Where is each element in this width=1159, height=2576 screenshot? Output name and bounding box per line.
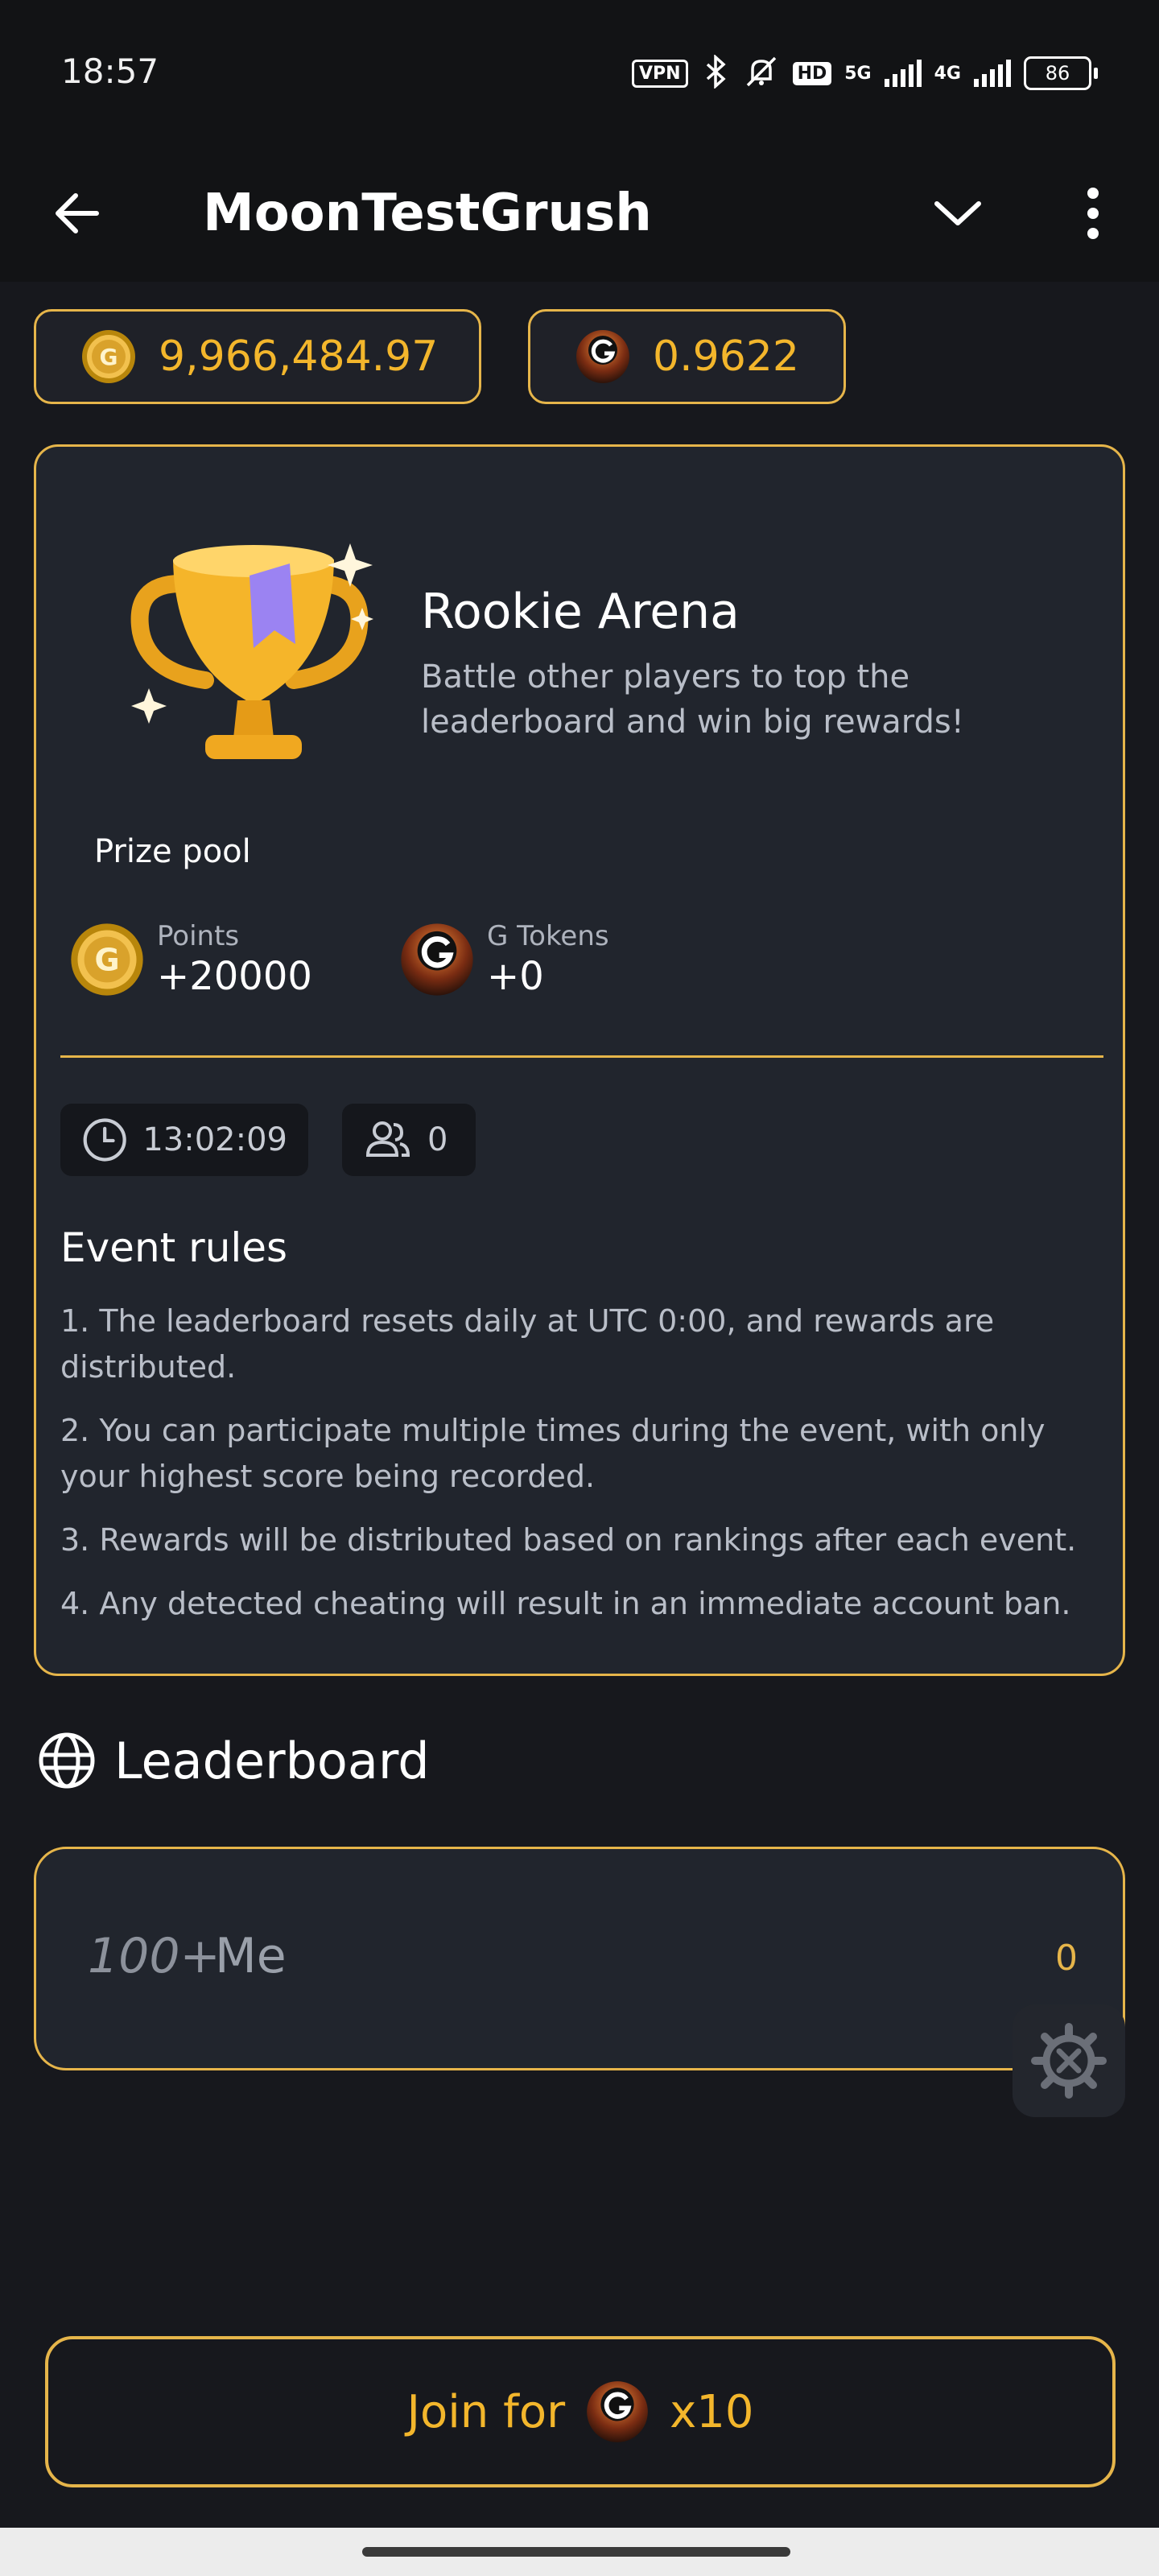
vpn-badge: VPN <box>632 59 688 88</box>
prize-points: G Points +20000 <box>70 920 312 999</box>
network-5g-label: 5G <box>844 63 872 84</box>
settings-button[interactable] <box>1013 2004 1125 2117</box>
g-token-icon <box>576 330 629 383</box>
prize-points-label: Points <box>157 920 240 952</box>
chevron-down-icon <box>934 201 981 225</box>
clock-icon <box>83 1118 126 1162</box>
page-title: MoonTestGrush <box>203 184 652 243</box>
rule-item: 2. You can participate multiple times du… <box>60 1413 1046 1494</box>
my-rank-card[interactable]: 100+ Me 0 <box>34 1847 1125 2070</box>
gold-coin-icon: G <box>71 923 143 996</box>
rule-item: 1. The leaderboard resets daily at UTC 0… <box>60 1303 995 1385</box>
points-balance-value: 9,966,484.97 <box>159 332 439 381</box>
signal-icon <box>974 60 1011 87</box>
participants-count: 0 <box>427 1121 448 1158</box>
users-icon <box>365 1121 410 1157</box>
status-bar: 18:57 VPN HD 5G 4G 86 <box>0 0 1159 145</box>
arena-card: Rookie Arena Battle other players to top… <box>34 444 1125 1676</box>
my-name: Me <box>215 1928 287 1984</box>
leaderboard-title: Leaderboard <box>114 1731 430 1790</box>
prize-tokens-amount: +0 <box>487 954 544 999</box>
g-token-icon <box>401 923 473 996</box>
globe-icon <box>39 1732 95 1789</box>
arena-title: Rookie Arena <box>421 584 740 640</box>
svg-text:G: G <box>100 344 118 370</box>
rules-list: 1. The leaderboard resets daily at UTC 0… <box>60 1298 1099 1645</box>
countdown-chip: 13:02:09 <box>60 1104 308 1176</box>
countdown-value: 13:02:09 <box>142 1121 287 1158</box>
points-balance[interactable]: G 9,966,484.97 <box>34 309 481 404</box>
prize-tokens-label: G Tokens <box>487 920 609 952</box>
status-icons: VPN HD 5G 4G 86 <box>632 54 1098 92</box>
gear-icon <box>1031 2023 1107 2099</box>
home-gesture-handle[interactable] <box>362 2547 790 2557</box>
join-cost: x10 <box>670 2385 754 2438</box>
status-time: 18:57 <box>61 52 159 91</box>
my-score: 0 <box>1055 1938 1078 1979</box>
arrow-left-icon <box>56 193 99 233</box>
collapse-button[interactable] <box>926 181 990 246</box>
trophy-icon <box>130 543 373 759</box>
prize-tokens: G Tokens +0 <box>400 920 609 999</box>
gold-coin-icon: G <box>82 330 135 383</box>
signal-icon <box>884 60 922 87</box>
app-bar: MoonTestGrush <box>0 145 1159 282</box>
svg-text:G: G <box>94 943 119 978</box>
back-button[interactable] <box>48 181 113 246</box>
rule-item: 3. Rewards will be distributed based on … <box>60 1522 1077 1558</box>
mute-icon <box>743 55 780 92</box>
hd-badge: HD <box>792 61 832 85</box>
rules-title: Event rules <box>60 1224 288 1271</box>
leaderboard-header: Leaderboard <box>37 1731 430 1790</box>
system-nav-bar <box>0 2528 1159 2576</box>
more-vertical-icon <box>1087 188 1099 239</box>
participants-chip: 0 <box>342 1104 476 1176</box>
rule-item: 4. Any detected cheating will result in … <box>60 1586 1071 1621</box>
my-rank: 100+ <box>88 1928 221 1984</box>
prize-points-amount: +20000 <box>157 954 312 999</box>
prize-pool-label: Prize pool <box>94 833 251 870</box>
divider <box>60 1055 1103 1058</box>
arena-description: Battle other players to top the leaderbo… <box>421 658 964 741</box>
battery-level: 86 <box>1024 56 1091 90</box>
bluetooth-icon <box>701 54 730 92</box>
more-options-button[interactable] <box>1061 177 1125 250</box>
token-balance-value: 0.9622 <box>653 332 799 381</box>
token-balance[interactable]: 0.9622 <box>528 309 846 404</box>
battery-icon: 86 <box>1024 56 1098 90</box>
join-button[interactable]: Join for x10 <box>45 2336 1116 2487</box>
g-token-icon <box>587 2381 648 2442</box>
join-label: Join for <box>406 2385 566 2438</box>
network-4g-label: 4G <box>934 63 961 84</box>
